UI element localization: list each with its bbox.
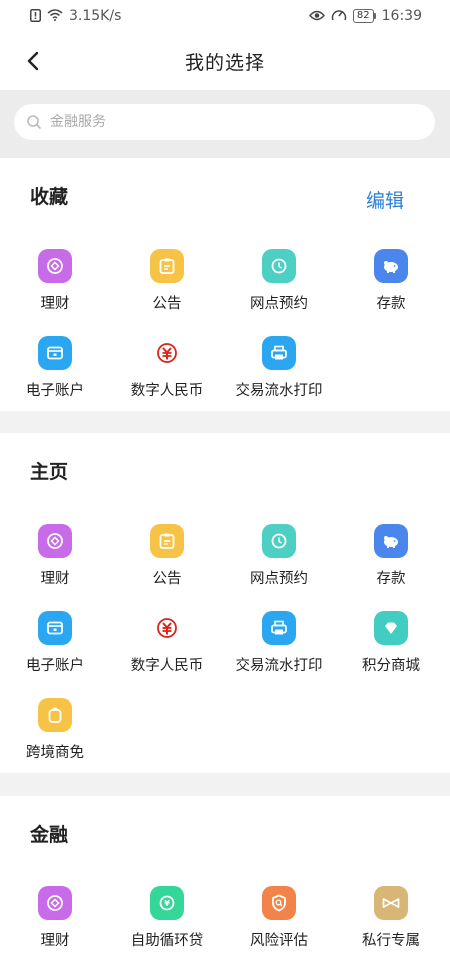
- home-section: 主页 理财 公告 网点预约 存款电子账户 数字人民币 交易流水打印 积分商城跨境商免: [0, 433, 450, 773]
- grid-item-label: 存款: [376, 571, 406, 587]
- alert-icon: [30, 8, 41, 24]
- speedometer-icon: [331, 8, 347, 24]
- bow-icon: [374, 886, 408, 920]
- favorites-section: 收藏 编辑 理财 公告 网点预约 存款电子账户 数字人民币 交易流水打印: [0, 158, 450, 411]
- location-icon: [262, 249, 296, 283]
- battery-level: 82: [352, 9, 374, 23]
- grid-item-piggy-bank[interactable]: 存款: [335, 524, 447, 594]
- finance-section: 金融 理财 ¥ 自助循环贷 风险评估 私行专属: [0, 796, 450, 975]
- grid-item-label: 理财: [40, 296, 70, 312]
- grid-item-location[interactable]: 网点预约: [223, 524, 335, 594]
- grid-item-label: 私行专属: [362, 933, 420, 949]
- grid-item-label: 理财: [40, 571, 70, 587]
- grid-item-ecard[interactable]: 电子账户: [0, 336, 111, 406]
- grid-item-printer[interactable]: 交易流水打印: [223, 611, 335, 681]
- grid-item-label: 网点预约: [250, 296, 308, 312]
- favorites-title: 收藏: [30, 186, 69, 208]
- eye-icon: [308, 10, 325, 23]
- location-icon: [262, 524, 296, 558]
- grid-item-label: 网点预约: [250, 571, 308, 587]
- search-box[interactable]: [14, 104, 435, 140]
- search-icon: [27, 115, 41, 129]
- grid-item-label: 存款: [376, 296, 406, 312]
- grid-item-label: 理财: [40, 933, 70, 949]
- wealth-icon: [38, 524, 72, 558]
- clock: 16:39: [381, 8, 422, 24]
- wealth-icon: [38, 249, 72, 283]
- edit-button[interactable]: 编辑: [366, 186, 404, 213]
- status-bar: 3.15K/s 82 16:39: [0, 0, 450, 32]
- piggy-bank-icon: [374, 524, 408, 558]
- grid-item-location[interactable]: 网点预约: [223, 249, 335, 319]
- notice-icon: [150, 524, 184, 558]
- grid-item-wealth[interactable]: 理财: [0, 886, 111, 956]
- grid-item-bag[interactable]: 跨境商免: [0, 698, 111, 768]
- grid-item-bow[interactable]: 私行专属: [335, 886, 447, 956]
- grid-item-digital-rmb[interactable]: 数字人民币: [111, 336, 223, 406]
- grid-item-notice[interactable]: 公告: [111, 249, 223, 319]
- digital-rmb-icon: [150, 611, 184, 645]
- printer-icon: [262, 336, 296, 370]
- home-title: 主页: [30, 461, 69, 483]
- grid-item-wealth[interactable]: 理财: [0, 249, 111, 319]
- grid-item-label: 自助循环贷: [130, 933, 204, 949]
- status-right: 82 16:39: [308, 8, 422, 24]
- grid-item-wealth[interactable]: 理财: [0, 524, 111, 594]
- grid-item-loan[interactable]: ¥ 自助循环贷: [111, 886, 223, 956]
- grid-item-diamond[interactable]: 积分商城: [335, 611, 447, 681]
- grid-item-label: 电子账户: [26, 658, 84, 674]
- diamond-icon: [374, 611, 408, 645]
- search-input[interactable]: [50, 114, 410, 130]
- svg-text:¥: ¥: [164, 899, 170, 908]
- back-button[interactable]: [22, 50, 44, 72]
- grid-item-shield[interactable]: 风险评估: [223, 886, 335, 956]
- grid-item-piggy-bank[interactable]: 存款: [335, 249, 447, 319]
- notice-icon: [150, 249, 184, 283]
- grid-item-ecard[interactable]: 电子账户: [0, 611, 111, 681]
- grid-item-label: 公告: [152, 296, 182, 312]
- piggy-bank-icon: [374, 249, 408, 283]
- ecard-icon: [38, 336, 72, 370]
- grid-item-notice[interactable]: 公告: [111, 524, 223, 594]
- grid-item-label: 交易流水打印: [235, 658, 323, 674]
- loan-icon: ¥: [150, 886, 184, 920]
- network-speed: 3.15K/s: [69, 8, 122, 24]
- page-title: 我的选择: [184, 51, 265, 74]
- grid-item-label: 数字人民币: [130, 383, 204, 399]
- grid-item-label: 跨境商免: [26, 745, 84, 761]
- status-left: 3.15K/s: [30, 8, 121, 24]
- shield-icon: [262, 886, 296, 920]
- digital-rmb-icon: [150, 336, 184, 370]
- grid-item-label: 积分商城: [362, 658, 420, 674]
- grid-item-label: 公告: [152, 571, 182, 587]
- search-area: [0, 90, 450, 158]
- grid-item-printer[interactable]: 交易流水打印: [223, 336, 335, 406]
- battery-icon: 82: [352, 9, 376, 23]
- wifi-icon: [47, 9, 63, 23]
- printer-icon: [262, 611, 296, 645]
- app-header: 我的选择: [0, 32, 450, 90]
- wealth-icon: [38, 886, 72, 920]
- grid-item-label: 数字人民币: [130, 658, 204, 674]
- ecard-icon: [38, 611, 72, 645]
- grid-item-label: 电子账户: [26, 383, 84, 399]
- grid-item-label: 交易流水打印: [235, 383, 323, 399]
- grid-item-digital-rmb[interactable]: 数字人民币: [111, 611, 223, 681]
- grid-item-label: 风险评估: [250, 933, 308, 949]
- chevron-left-icon: [27, 51, 39, 71]
- finance-title: 金融: [30, 824, 69, 846]
- bag-icon: [38, 698, 72, 732]
